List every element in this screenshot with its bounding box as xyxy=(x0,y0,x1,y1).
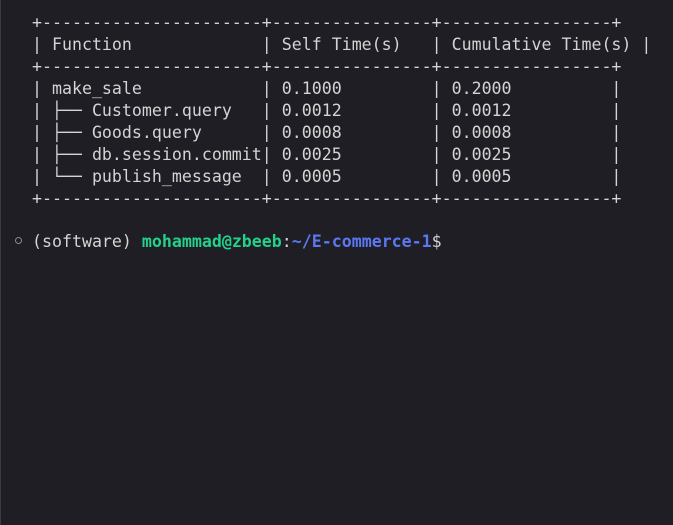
command-decoration-circle-icon[interactable] xyxy=(15,237,22,244)
table-row: | ├── Customer.query | 0.0012 | 0.0012 | xyxy=(32,101,622,120)
shell-prompt[interactable]: (software) mohammad@zbeeb:~/E-commerce-1… xyxy=(32,231,442,253)
terminal-window[interactable]: +----------------------+----------------… xyxy=(0,0,673,525)
table-border-bottom: +----------------------+----------------… xyxy=(32,189,622,208)
prompt-env: (software) xyxy=(32,232,142,251)
table-border-top: +----------------------+----------------… xyxy=(32,13,622,32)
table-row: | ├── db.session.commit| 0.0025 | 0.0025… xyxy=(32,145,622,164)
prompt-symbol: $ xyxy=(431,232,442,251)
table-border-header: +----------------------+----------------… xyxy=(32,57,622,76)
table-header-row: | Function | Self Time(s) | Cumulative T… xyxy=(32,35,652,54)
table-row: | make_sale | 0.1000 | 0.2000 | xyxy=(32,79,622,98)
prompt-user-host: mohammad@zbeeb xyxy=(141,232,282,251)
prompt-colon: : xyxy=(281,232,292,251)
table-row: | └── publish_message | 0.0005 | 0.0005 … xyxy=(32,167,622,186)
prompt-cwd: ~/E-commerce-1 xyxy=(291,232,432,251)
table-row: | ├── Goods.query | 0.0008 | 0.0008 | xyxy=(32,123,622,142)
